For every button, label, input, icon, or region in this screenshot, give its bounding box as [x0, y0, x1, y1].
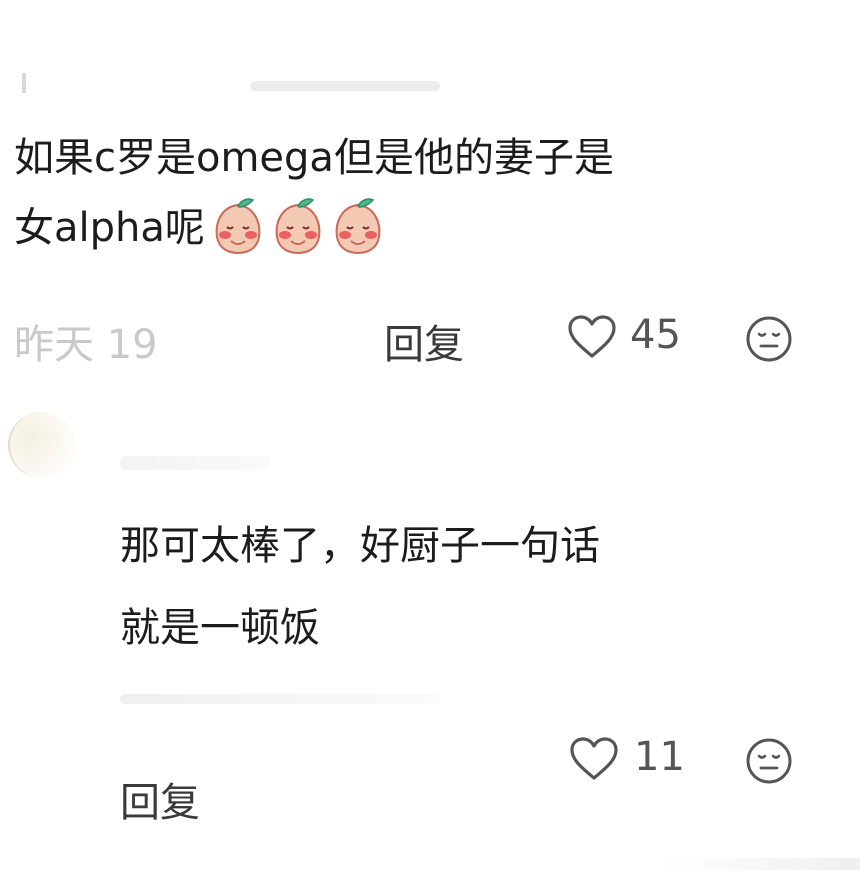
- comment-1: 如果c罗是omega但是他的妻子是 女alpha呢: [14, 124, 614, 264]
- comment-1-text-line-2: 女alpha呢: [14, 194, 614, 264]
- comment-1-text-line-1: 如果c罗是omega但是他的妻子是: [14, 135, 614, 181]
- neutral-face-icon: [746, 738, 792, 784]
- emoji-group: [209, 196, 389, 264]
- comment-2-text-line-1: 那可太棒了，好厨子一句话: [120, 523, 600, 569]
- comment-2-like-count: 11: [634, 734, 685, 780]
- comment-1-text-line-2-content: 女alpha呢: [14, 205, 205, 251]
- timestamp-fade: [180, 318, 380, 362]
- comment-1-reply-button[interactable]: 回复: [384, 312, 464, 370]
- cropped-text-fragment: [22, 73, 440, 93]
- cropped-previous-line: [0, 55, 868, 95]
- heart-outline-icon: [568, 315, 616, 358]
- comment-1-like-count: 45: [630, 312, 681, 358]
- blushing-peach-emoji: [275, 198, 321, 255]
- comment-2-timestamp-faded: [120, 694, 440, 704]
- comment-1-timestamp: 昨天 19: [14, 322, 158, 368]
- reply-user-avatar[interactable]: [8, 412, 76, 478]
- comment-1-like-button[interactable]: [566, 314, 618, 364]
- comment-2-text-line-2: 就是一顿饭: [120, 605, 320, 651]
- neutral-face-icon: [746, 316, 792, 362]
- comment-2: 那可太棒了，好厨子一句话 就是一顿饭: [120, 512, 600, 662]
- comment-2-dislike-button[interactable]: [744, 736, 794, 790]
- blushing-peach-emoji: [335, 198, 381, 255]
- watermark-fragment: [660, 858, 860, 870]
- comment-2-reply-button[interactable]: 回复: [120, 770, 200, 828]
- reply-user-name[interactable]: [120, 456, 270, 470]
- comment-1-dislike-button[interactable]: [744, 314, 794, 368]
- comment-2-like-button[interactable]: [568, 736, 620, 786]
- heart-outline-icon: [570, 737, 618, 780]
- blushing-peach-emoji: [215, 198, 261, 255]
